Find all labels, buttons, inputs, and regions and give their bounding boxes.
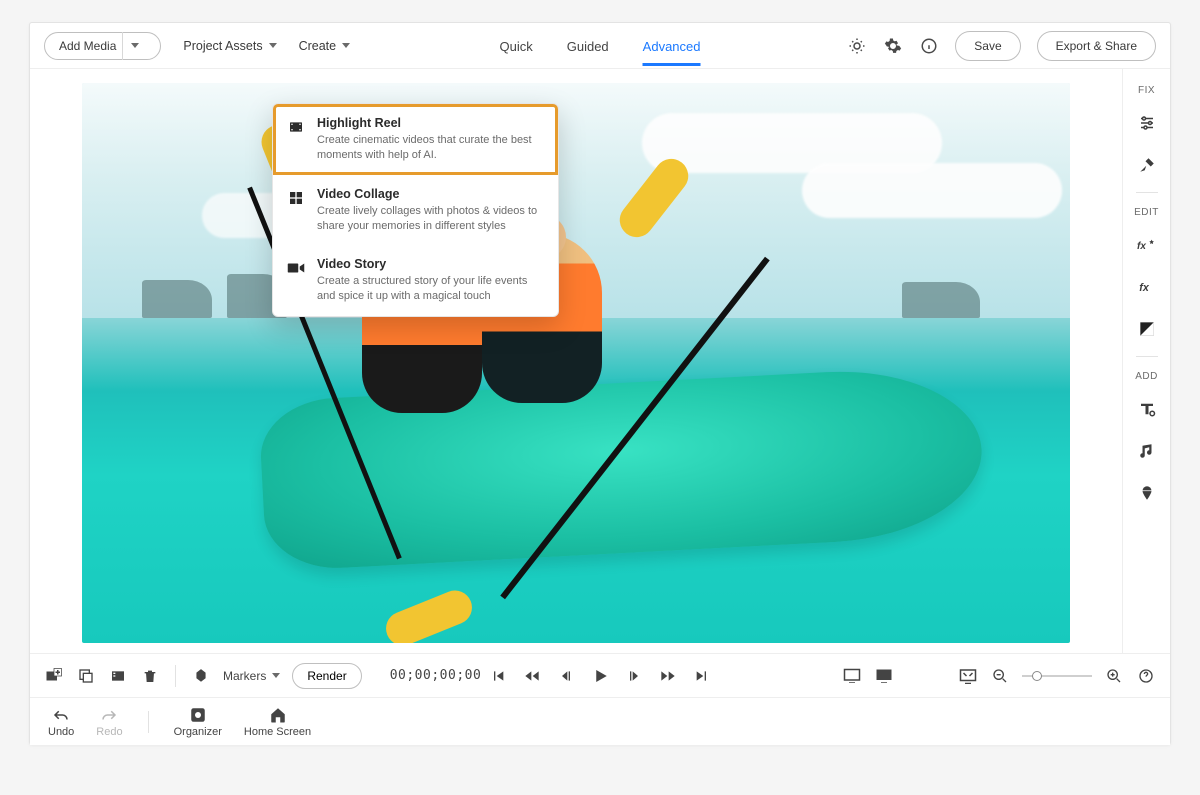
markers-dropdown[interactable]: Markers: [223, 669, 280, 683]
save-label: Save: [974, 39, 1001, 53]
create-item-video-collage[interactable]: Video Collage Create lively collages wit…: [273, 175, 558, 246]
editor-stage: Highlight Reel Create cinematic videos t…: [30, 69, 1170, 653]
create-item-video-story[interactable]: Video Story Create a structured story of…: [273, 245, 558, 316]
save-button[interactable]: Save: [955, 31, 1020, 61]
undo-label: Undo: [48, 726, 74, 738]
playback-control-bar: Markers Render 00;00;00;00: [30, 653, 1170, 697]
create-item-highlight-reel[interactable]: Highlight Reel Create cinematic videos t…: [273, 104, 558, 175]
export-share-button[interactable]: Export & Share: [1037, 31, 1156, 61]
rewind-icon[interactable]: [522, 666, 542, 686]
safe-margins-icon[interactable]: [842, 666, 862, 686]
info-icon[interactable]: [919, 36, 939, 56]
cloud-shape: [802, 163, 1062, 218]
rail-section-edit: EDIT: [1134, 207, 1159, 218]
home-icon: [269, 706, 287, 724]
create-item-title: Video Collage: [317, 187, 544, 201]
fullscreen-icon[interactable]: [874, 666, 894, 686]
zoom-in-icon[interactable]: [1104, 666, 1124, 686]
paddle-blade: [381, 585, 477, 643]
go-to-start-icon[interactable]: [488, 666, 508, 686]
tab-quick[interactable]: Quick: [500, 25, 533, 66]
export-share-label: Export & Share: [1056, 39, 1137, 53]
create-item-title: Highlight Reel: [317, 116, 544, 130]
graphics-icon[interactable]: [1134, 480, 1160, 506]
fast-forward-icon[interactable]: [658, 666, 678, 686]
rail-section-fix: FIX: [1138, 85, 1155, 96]
app-footer: Undo Redo Organizer Home Screen: [30, 697, 1170, 745]
svg-text:fx: fx: [1137, 241, 1146, 252]
chevron-down-icon: [272, 673, 280, 678]
properties-icon[interactable]: [108, 666, 128, 686]
chevron-down-icon: [269, 43, 277, 48]
marker-icon[interactable]: [191, 666, 211, 686]
add-media-caret[interactable]: [122, 32, 146, 60]
create-menu-trigger[interactable]: Create: [299, 39, 351, 53]
rock-shape: [142, 280, 212, 318]
chevron-down-icon: [131, 43, 139, 48]
tab-guided[interactable]: Guided: [567, 25, 609, 66]
undo-icon: [52, 706, 70, 724]
top-toolbar: Add Media Project Assets Create Quick Gu…: [30, 23, 1170, 69]
step-forward-icon[interactable]: [624, 666, 644, 686]
transport-controls: [488, 666, 712, 686]
titles-icon[interactable]: [1134, 396, 1160, 422]
svg-text:fx: fx: [1139, 282, 1150, 294]
timeline-add-media-icon[interactable]: [44, 666, 64, 686]
undo-button[interactable]: Undo: [48, 706, 74, 738]
music-icon[interactable]: [1134, 438, 1160, 464]
create-dropdown: Highlight Reel Create cinematic videos t…: [272, 103, 559, 317]
tab-advanced[interactable]: Advanced: [643, 25, 701, 66]
redo-icon: [100, 706, 118, 724]
preview-canvas[interactable]: [82, 83, 1070, 643]
fx-star-icon[interactable]: fx: [1134, 232, 1160, 258]
project-assets-menu[interactable]: Project Assets: [183, 39, 276, 53]
organizer-label: Organizer: [174, 726, 222, 738]
home-screen-button[interactable]: Home Screen: [244, 706, 311, 738]
collage-icon: [287, 189, 305, 207]
film-reel-icon: [287, 118, 305, 136]
mode-tabs: Quick Guided Advanced: [500, 25, 701, 66]
go-to-end-icon[interactable]: [692, 666, 712, 686]
rail-section-add: ADD: [1135, 371, 1158, 382]
render-button[interactable]: Render: [292, 663, 361, 689]
timecode-display[interactable]: 00;00;00;00: [390, 668, 482, 683]
zoom-slider-thumb[interactable]: [1032, 671, 1042, 681]
rock-shape: [902, 282, 980, 318]
organizer-icon: [189, 706, 207, 724]
kayak-shape: [258, 364, 986, 571]
tools-icon[interactable]: [1134, 152, 1160, 178]
gear-icon[interactable]: [883, 36, 903, 56]
markers-label: Markers: [223, 669, 266, 683]
create-item-title: Video Story: [317, 257, 544, 271]
zoom-out-icon[interactable]: [990, 666, 1010, 686]
create-item-desc: Create a structured story of your life e…: [317, 274, 544, 304]
add-media-button[interactable]: Add Media: [44, 32, 161, 60]
trash-icon[interactable]: [140, 666, 160, 686]
right-rail: FIX EDIT fx fx ADD: [1122, 69, 1170, 653]
fx-icon[interactable]: fx: [1134, 274, 1160, 300]
create-item-desc: Create lively collages with photos & vid…: [317, 204, 544, 234]
brightness-icon[interactable]: [847, 36, 867, 56]
home-label: Home Screen: [244, 726, 311, 738]
video-story-icon: [287, 259, 305, 277]
add-media-label: Add Media: [59, 39, 116, 53]
project-assets-label: Project Assets: [183, 39, 262, 53]
color-correction-icon[interactable]: [1134, 316, 1160, 342]
chevron-down-icon: [342, 43, 350, 48]
help-icon[interactable]: [1136, 666, 1156, 686]
create-label: Create: [299, 39, 337, 53]
zoom-slider[interactable]: [1022, 675, 1092, 677]
redo-button[interactable]: Redo: [96, 706, 122, 738]
redo-label: Redo: [96, 726, 122, 738]
fit-to-screen-icon[interactable]: [958, 666, 978, 686]
organizer-button[interactable]: Organizer: [174, 706, 222, 738]
create-item-desc: Create cinematic videos that curate the …: [317, 133, 544, 163]
clip-monitor-icon[interactable]: [76, 666, 96, 686]
step-back-icon[interactable]: [556, 666, 576, 686]
sliders-icon[interactable]: [1134, 110, 1160, 136]
render-label: Render: [307, 669, 346, 683]
play-icon[interactable]: [590, 666, 610, 686]
